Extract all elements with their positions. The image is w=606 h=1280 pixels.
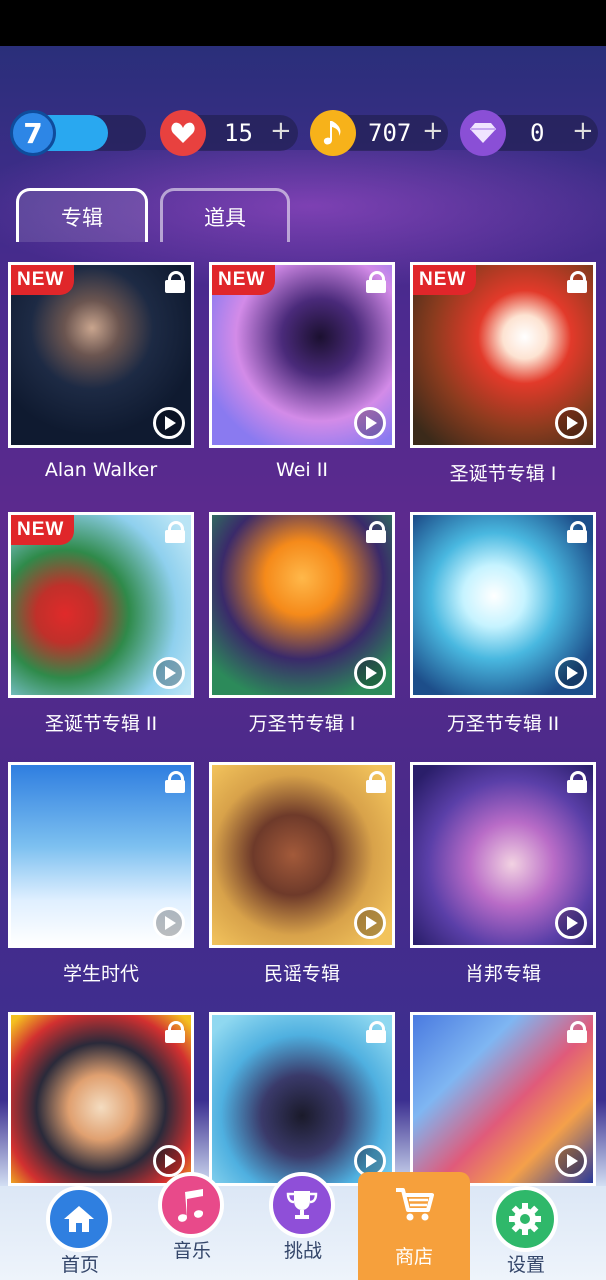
level-number: 7	[23, 116, 43, 150]
tab-albums-label: 专辑	[61, 205, 103, 230]
play-preview-icon[interactable]	[555, 1145, 587, 1177]
nav-challenge[interactable]: 挑战	[253, 1172, 353, 1266]
play-preview-icon[interactable]	[153, 407, 185, 439]
home-icon	[46, 1186, 112, 1252]
notes-counter[interactable]: 707 +	[310, 110, 448, 156]
music-note-icon	[158, 1172, 224, 1238]
album-card[interactable]	[8, 1012, 194, 1186]
lock-icon	[567, 271, 587, 293]
hearts-count: 15	[224, 119, 253, 147]
lock-icon	[567, 771, 587, 793]
album-card[interactable]	[209, 762, 395, 948]
play-preview-icon[interactable]	[153, 907, 185, 939]
album-card[interactable]	[410, 1012, 596, 1186]
album-card[interactable]	[410, 512, 596, 698]
gems-counter[interactable]: 0 +	[460, 110, 598, 156]
add-hearts-button[interactable]: +	[270, 116, 292, 146]
lock-icon	[366, 1021, 386, 1043]
hearts-counter[interactable]: 15 +	[160, 110, 298, 156]
new-badge: NEW	[413, 265, 477, 295]
album-title: 万圣节专辑 II	[446, 713, 560, 735]
album-title: 学生时代	[62, 963, 139, 985]
level-indicator[interactable]: 7	[10, 110, 148, 156]
album-card[interactable]	[209, 1012, 395, 1186]
lock-icon	[165, 1021, 185, 1043]
lock-icon	[165, 771, 185, 793]
album-title: 万圣节专辑 I	[248, 713, 356, 735]
add-notes-button[interactable]: +	[422, 116, 444, 146]
album-card[interactable]: NEW	[8, 512, 194, 698]
album-title: Wei II	[276, 459, 328, 481]
play-preview-icon[interactable]	[555, 407, 587, 439]
new-badge: NEW	[11, 265, 75, 295]
lock-icon	[567, 521, 587, 543]
trophy-icon	[269, 1172, 335, 1238]
album-title: 圣诞节专辑 II	[44, 713, 158, 735]
nav-shop[interactable]: 商店	[358, 1172, 470, 1280]
gem-icon	[460, 110, 506, 156]
add-gems-button[interactable]: +	[572, 116, 594, 146]
tab-items-label: 道具	[204, 205, 246, 230]
album-card[interactable]	[209, 512, 395, 698]
play-preview-icon[interactable]	[153, 657, 185, 689]
nav-settings[interactable]: 设置	[476, 1186, 576, 1280]
tab-albums[interactable]: 专辑	[16, 188, 148, 242]
lock-icon	[366, 771, 386, 793]
level-badge: 7	[10, 110, 56, 156]
lock-icon	[366, 271, 386, 293]
nav-music[interactable]: 音乐	[142, 1172, 242, 1266]
tab-items[interactable]: 道具	[160, 188, 290, 242]
nav-home[interactable]: 首页	[30, 1186, 130, 1280]
play-preview-icon[interactable]	[354, 407, 386, 439]
play-preview-icon[interactable]	[555, 657, 587, 689]
album-title: 民谣专辑	[263, 963, 340, 985]
gear-icon	[492, 1186, 558, 1252]
lock-icon	[165, 271, 185, 293]
screen: 7 15 + 707 + 0 + 专辑 道具 NEW Alan Walker NEW…	[0, 0, 606, 1280]
new-badge: NEW	[11, 515, 75, 545]
album-card[interactable]: NEW	[8, 262, 194, 448]
nav-home-label: 首页	[60, 1254, 99, 1276]
album-card[interactable]	[410, 762, 596, 948]
new-badge: NEW	[212, 265, 276, 295]
play-preview-icon[interactable]	[354, 657, 386, 689]
album-card[interactable]: NEW	[410, 262, 596, 448]
gems-count: 0	[530, 119, 545, 147]
nav-music-label: 音乐	[172, 1240, 211, 1262]
lock-icon	[366, 521, 386, 543]
album-card[interactable]	[8, 762, 194, 948]
album-card[interactable]: NEW	[209, 262, 395, 448]
notes-count: 707	[368, 119, 412, 147]
album-title: 圣诞节专辑 I	[449, 463, 557, 485]
music-note-icon	[310, 110, 356, 156]
shopping-cart-icon	[394, 1186, 434, 1226]
album-title: 肖邦专辑	[464, 963, 541, 985]
heart-icon	[160, 110, 206, 156]
lock-icon	[165, 521, 185, 543]
play-preview-icon[interactable]	[555, 907, 587, 939]
nav-settings-label: 设置	[506, 1254, 545, 1276]
play-preview-icon[interactable]	[354, 907, 386, 939]
lock-icon	[567, 1021, 587, 1043]
album-title: Alan Walker	[44, 459, 158, 481]
nav-challenge-label: 挑战	[283, 1240, 322, 1262]
nav-shop-label: 商店	[394, 1246, 433, 1268]
